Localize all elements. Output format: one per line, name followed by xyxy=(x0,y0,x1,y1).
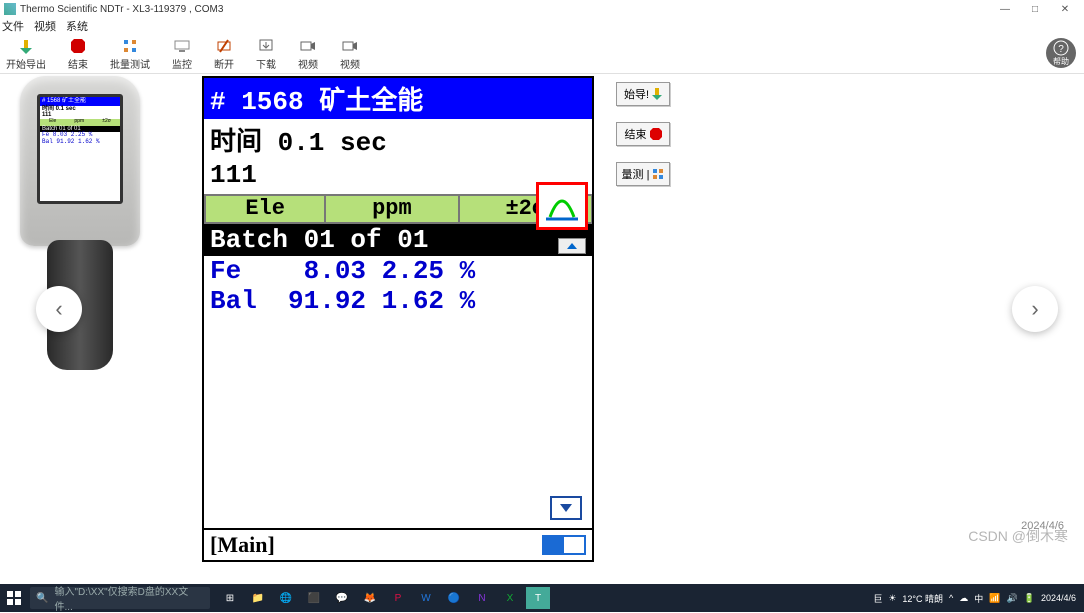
watermark: CSDN @倒木寒 xyxy=(968,526,1068,546)
app-edge-icon[interactable]: 🌐 xyxy=(274,587,298,609)
screen-sub: 111 xyxy=(204,160,592,194)
menu-file[interactable]: 文件 xyxy=(2,18,24,34)
mini-title: # 1568 矿土全能 xyxy=(40,97,120,106)
weather-icon[interactable]: ☀ xyxy=(888,593,896,604)
svg-text:?: ? xyxy=(1058,44,1064,55)
video2-icon xyxy=(341,37,359,55)
app-chrome-icon[interactable]: 🔵 xyxy=(442,587,466,609)
batch-icon xyxy=(121,37,139,55)
batch-row: Batch 01 of 01 xyxy=(204,224,592,256)
data-row-bal: Bal 91.92 1.62 % xyxy=(204,286,592,316)
system-tray: 巨 ☀ 12°C 晴朗 ^ ☁ 中 📶 🔊 🔋 2024/4/6 xyxy=(873,592,1084,605)
screen-footer: [Main] xyxy=(204,528,592,560)
toolbar-disconnect-label: 断开 xyxy=(214,56,234,71)
toolbar: 开始导出 结束 批量测试 监控 断开 下载 视频 视频 ? 帮助 xyxy=(0,34,1084,74)
mini-time: 时间 0.1 sec xyxy=(40,106,120,113)
col-ele[interactable]: Ele xyxy=(204,194,325,224)
column-headers: Ele ppm ±2σ xyxy=(204,194,592,224)
dropdown-button[interactable] xyxy=(550,496,582,520)
mini-row-2: Bal 91.92 1.62 % xyxy=(40,139,120,146)
tray-wifi-icon[interactable]: 📶 xyxy=(989,593,1000,604)
minimize-button[interactable]: — xyxy=(990,1,1020,17)
toolbar-batch[interactable]: 批量测试 xyxy=(110,37,150,71)
toolbar-video1[interactable]: 视频 xyxy=(298,37,318,71)
start-button[interactable] xyxy=(0,584,28,612)
monitor-icon xyxy=(173,37,191,55)
main-screen: # 1568 矿土全能 时间 0.1 sec 111 Ele ppm ±2σ B… xyxy=(202,76,594,562)
weather-text[interactable]: 12°C 晴朗 xyxy=(902,592,943,605)
taskbar-search[interactable]: 🔍 输入"D:\XX"仅搜索D盘的XX文件... xyxy=(30,587,210,609)
app-onenote-icon[interactable]: N xyxy=(470,587,494,609)
data-row-fe: Fe 8.03 2.25 % xyxy=(204,256,592,286)
app-ppt-icon[interactable]: P xyxy=(386,587,410,609)
taskbar: 🔍 输入"D:\XX"仅搜索D盘的XX文件... ⊞ 📁 🌐 ⬛ 💬 🦊 P W… xyxy=(0,584,1084,612)
task-view-icon[interactable]: ⊞ xyxy=(218,587,242,609)
footer-main[interactable]: [Main] xyxy=(210,532,275,558)
toolbar-monitor-label: 监控 xyxy=(172,56,192,71)
export-icon xyxy=(17,37,35,55)
taskbar-clock[interactable]: 2024/4/6 xyxy=(1041,593,1076,603)
taskbar-apps: ⊞ 📁 🌐 ⬛ 💬 🦊 P W 🔵 N X T xyxy=(218,587,550,609)
scroll-spinner[interactable] xyxy=(558,238,586,254)
help-button[interactable]: ? 帮助 xyxy=(1046,38,1076,68)
toolbar-disconnect[interactable]: 断开 xyxy=(214,37,234,71)
window-title: Thermo Scientific NDTr - XL3-119379 , CO… xyxy=(20,4,223,15)
screen-time: 时间 0.1 sec xyxy=(204,119,592,160)
app-thermo-icon[interactable]: T xyxy=(526,587,550,609)
nav-next-button[interactable]: › xyxy=(1012,286,1058,332)
close-button[interactable]: ✕ xyxy=(1050,1,1080,17)
toolbar-monitor[interactable]: 监控 xyxy=(172,37,192,71)
search-placeholder: 输入"D:\XX"仅搜索D盘的XX文件... xyxy=(54,583,204,613)
tray-ime-icon[interactable]: 中 xyxy=(974,592,983,605)
device-mockup: # 1568 矿土全能 时间 0.1 sec 111 Eleppm±2σ Bat… xyxy=(10,76,150,396)
video-icon xyxy=(299,37,317,55)
app-word-icon[interactable]: W xyxy=(414,587,438,609)
tray-lang-icon[interactable]: 巨 xyxy=(873,592,882,605)
toolbar-batch-label: 批量测试 xyxy=(110,56,150,71)
toolbar-download[interactable]: 下载 xyxy=(256,37,276,71)
view-toggle[interactable] xyxy=(542,535,586,555)
help-label: 帮助 xyxy=(1053,56,1069,67)
app-firefox-icon[interactable]: 🦊 xyxy=(358,587,382,609)
toolbar-export[interactable]: 开始导出 xyxy=(6,37,46,71)
tray-battery-icon[interactable]: 🔋 xyxy=(1024,593,1035,604)
tray-chevron-icon[interactable]: ^ xyxy=(949,593,953,603)
stop-icon xyxy=(69,37,87,55)
maximize-button[interactable]: □ xyxy=(1020,1,1050,17)
side-measure-button[interactable]: 量测 | xyxy=(616,162,670,186)
toolbar-video2-label: 视频 xyxy=(340,56,360,71)
toolbar-download-label: 下载 xyxy=(256,56,276,71)
device-mini-screen: # 1568 矿土全能 时间 0.1 sec 111 Eleppm±2σ Bat… xyxy=(37,94,123,204)
nav-prev-button[interactable]: ‹ xyxy=(36,286,82,332)
toolbar-export-label: 开始导出 xyxy=(6,56,46,71)
side-start-button[interactable]: 始导! xyxy=(616,82,670,106)
toolbar-stop-label: 结束 xyxy=(68,56,88,71)
app-explorer-icon[interactable]: 📁 xyxy=(246,587,270,609)
download-icon xyxy=(257,37,275,55)
side-buttons: 始导! 结束 量测 | xyxy=(616,82,670,186)
app-icon xyxy=(4,3,16,15)
menubar: 文件 视频 系统 xyxy=(0,18,1084,34)
mini-cols: Eleppm±2σ xyxy=(40,119,120,126)
spin-up-icon[interactable] xyxy=(558,238,586,254)
tray-volume-icon[interactable]: 🔊 xyxy=(1007,593,1018,604)
tray-cloud-icon[interactable]: ☁ xyxy=(959,593,968,604)
toolbar-stop[interactable]: 结束 xyxy=(68,37,88,71)
screen-title: # 1568 矿土全能 xyxy=(204,78,592,119)
menu-system[interactable]: 系统 xyxy=(66,18,88,34)
disconnect-icon xyxy=(215,37,233,55)
col-ppm[interactable]: ppm xyxy=(325,194,458,224)
titlebar: Thermo Scientific NDTr - XL3-119379 , CO… xyxy=(0,0,1084,18)
toolbar-video1-label: 视频 xyxy=(298,56,318,71)
app-excel-icon[interactable]: X xyxy=(498,587,522,609)
search-icon: 🔍 xyxy=(36,593,48,604)
app-wechat-icon[interactable]: 💬 xyxy=(330,587,354,609)
side-stop-button[interactable]: 结束 xyxy=(616,122,670,146)
menu-video[interactable]: 视频 xyxy=(34,18,56,34)
peak-button-highlighted[interactable] xyxy=(536,182,588,230)
stage: # 1568 矿土全能 时间 0.1 sec 111 Eleppm±2σ Bat… xyxy=(0,76,1084,582)
toolbar-video2[interactable]: 视频 xyxy=(340,37,360,71)
app-vscode-icon[interactable]: ⬛ xyxy=(302,587,326,609)
